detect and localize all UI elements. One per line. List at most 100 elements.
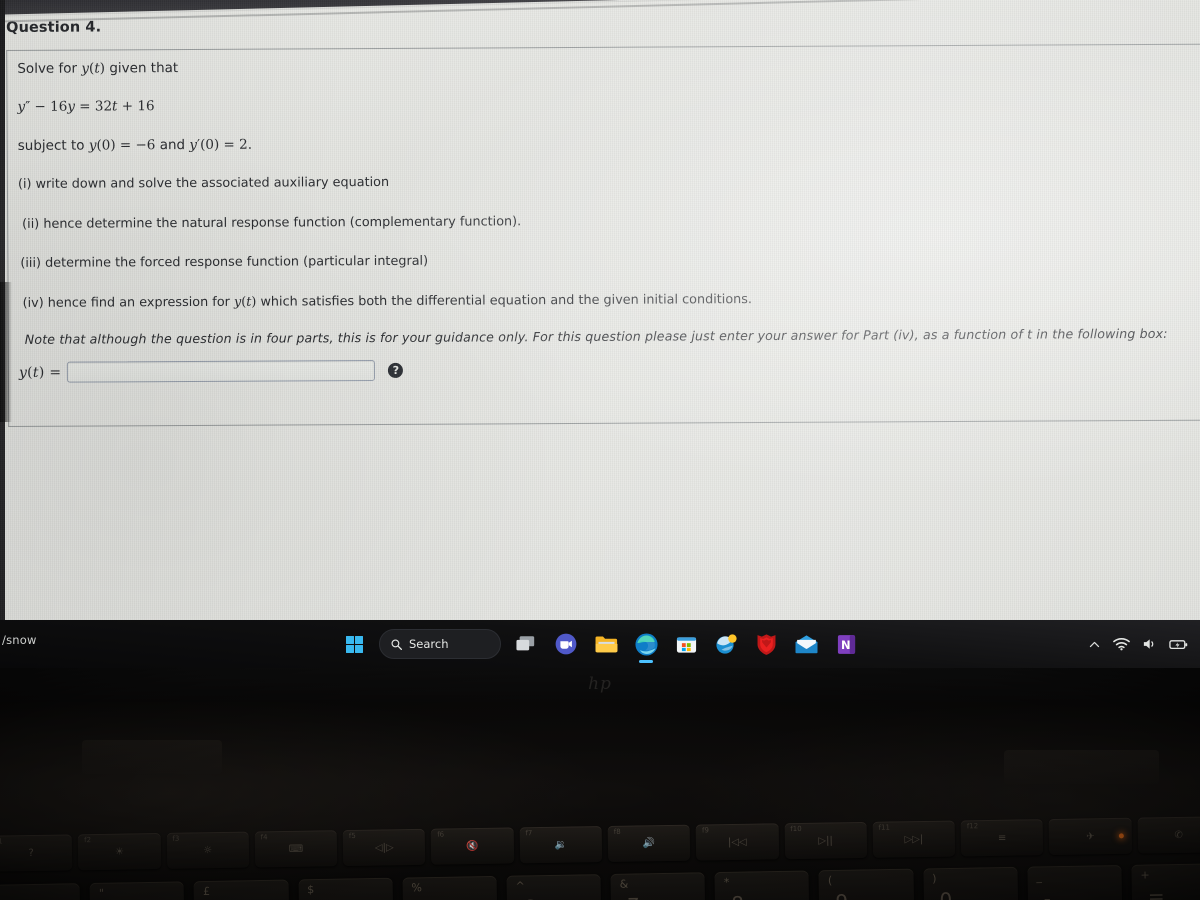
function-key-extra-12[interactable]: ✈ <box>1048 817 1132 856</box>
function-key-f8[interactable]: f8 🔊 <box>607 824 691 862</box>
mcafee-shield-icon <box>757 633 775 655</box>
windows-logo-icon <box>345 635 363 653</box>
store-button[interactable] <box>671 629 701 659</box>
answer-row: y(t) = ? <box>19 360 404 383</box>
function-key-f12[interactable]: f12 ≡ <box>960 819 1044 857</box>
function-key-f6[interactable]: f6 🔇 <box>431 827 514 865</box>
function-key-label: f9 <box>701 826 709 835</box>
number-key-0[interactable]: )0 <box>922 866 1019 900</box>
folder-icon <box>595 635 617 652</box>
system-tray <box>1088 620 1194 668</box>
number-key-upper-glyph: _ <box>1036 870 1042 884</box>
number-key-upper-glyph: & <box>619 877 629 891</box>
function-key-label: f10 <box>790 824 802 834</box>
function-key-glyph: ◁|▷ <box>374 841 394 854</box>
laptop-screen: Question 4. Solve for y(t) given that y″… <box>0 0 1200 620</box>
function-key-glyph: 🔉 <box>554 839 568 851</box>
function-key-label: f8 <box>613 827 621 836</box>
number-key-upper-glyph: £ <box>202 884 211 899</box>
question-note: Note that although the question is in fo… <box>24 325 1168 347</box>
differential-equation: y″ − 16y = 32t + 16 <box>17 98 155 115</box>
answer-label: y(t) = <box>18 364 62 381</box>
search-label: Search <box>409 637 449 651</box>
function-key-glyph: ≡ <box>997 832 1007 844</box>
number-key-5[interactable]: %5 <box>402 875 498 900</box>
number-key-1[interactable]: !1 <box>0 883 81 900</box>
screen-left-shadow <box>0 282 12 422</box>
number-key-upper-glyph: * <box>723 875 730 889</box>
function-key-f2[interactable]: f2 ☀ <box>77 832 161 871</box>
function-key-glyph: 🔊 <box>642 837 656 849</box>
function-key-f10[interactable]: f10 ▷|| <box>784 821 867 860</box>
function-key-f1[interactable]: f1? <box>0 834 73 872</box>
function-key-label: f1 <box>0 837 3 846</box>
function-key-f7[interactable]: f7 🔉 <box>519 826 603 864</box>
number-key-2[interactable]: "2 <box>89 881 185 900</box>
number-key-upper-glyph: " <box>98 886 105 900</box>
function-key-f11[interactable]: f11 ▷▷| <box>872 820 956 858</box>
number-key-lower-glyph: = <box>1147 884 1165 900</box>
number-key-9[interactable]: (9 <box>818 868 914 900</box>
mail-icon <box>795 634 817 653</box>
search-icon <box>391 638 402 650</box>
mail-button[interactable] <box>791 629 821 659</box>
number-key-lower-glyph: 6 <box>523 895 536 900</box>
wifi-icon[interactable] <box>1113 637 1130 651</box>
help-icon[interactable]: ? <box>388 362 404 378</box>
question-part-iv: (iv) hence find an expression for y(t) w… <box>22 292 753 311</box>
mute-led <box>1118 833 1124 839</box>
function-key-glyph: ▷|| <box>818 834 833 847</box>
function-key-f3[interactable]: f3 ☼ <box>166 831 250 869</box>
screenshot-root: Question 4. Solve for y(t) given that y″… <box>0 0 1200 900</box>
number-key-lower-glyph: 7 <box>627 893 640 900</box>
function-key-glyph: ☀ <box>114 846 124 858</box>
task-view-icon <box>516 636 535 651</box>
tips-button[interactable] <box>711 629 741 659</box>
number-key-=[interactable]: + = <box>1131 863 1200 900</box>
intro-text-b: given that <box>104 60 179 77</box>
number-key-3[interactable]: £3 <box>193 879 290 900</box>
task-view-button[interactable] <box>511 629 541 659</box>
function-key-glyph: ☼ <box>203 844 213 856</box>
function-key-label: f5 <box>348 831 356 841</box>
number-key-7[interactable]: &7 <box>610 872 706 900</box>
number-key-6[interactable]: ^6 <box>506 874 602 900</box>
browser-page-content: Question 4. Solve for y(t) given that y″… <box>0 0 1200 616</box>
function-key-glyph: ✆ <box>1174 829 1183 841</box>
number-key-upper-glyph: + <box>1140 868 1150 882</box>
battery-icon[interactable] <box>1169 638 1188 651</box>
function-key-f9[interactable]: f9 |◁◁ <box>695 823 779 861</box>
function-key-glyph: |◁◁ <box>727 836 747 848</box>
function-key-label: f12 <box>966 822 979 831</box>
function-key-extra-13[interactable]: ✆ <box>1137 816 1200 854</box>
question-part-ii: (ii) hence determine the natural respons… <box>22 214 522 232</box>
teams-button[interactable] <box>551 629 581 659</box>
show-hidden-icons-button[interactable] <box>1088 638 1101 651</box>
file-explorer-button[interactable] <box>591 629 621 659</box>
function-key-f5[interactable]: f5 ◁|▷ <box>342 828 426 867</box>
speaker-grille-left <box>82 740 222 774</box>
function-key-glyph: ▷▷| <box>904 833 924 845</box>
function-key-label: f7 <box>525 829 533 838</box>
function-key-label: f2 <box>84 836 92 845</box>
start-button[interactable] <box>339 629 369 659</box>
onenote-button[interactable]: N <box>831 629 861 659</box>
number-key-4[interactable]: $4 <box>298 877 394 900</box>
function-key-glyph: ? <box>28 847 34 859</box>
number-key-8[interactable]: *8 <box>714 870 810 900</box>
question-body-box: Solve for y(t) given that y″ − 16y = 32t… <box>6 43 1200 427</box>
edge-button[interactable] <box>631 629 661 659</box>
answer-input[interactable] <box>67 360 376 383</box>
function-key-f4[interactable]: f4 ⌨ <box>254 830 338 868</box>
number-key-lower-glyph: 9 <box>835 890 848 900</box>
function-key-label: f4 <box>260 833 268 842</box>
number-key-upper-glyph: $ <box>307 883 315 897</box>
search-button[interactable]: Search <box>379 629 501 659</box>
volume-icon[interactable] <box>1142 637 1157 651</box>
battery-glyph <box>1169 639 1188 649</box>
laptop-brand-logo: hp <box>588 674 612 694</box>
svg-text:N: N <box>840 637 850 651</box>
number-key-lower-glyph: 8 <box>731 892 744 900</box>
mcafee-button[interactable] <box>751 629 781 659</box>
number-key--[interactable]: _ - <box>1027 865 1123 900</box>
